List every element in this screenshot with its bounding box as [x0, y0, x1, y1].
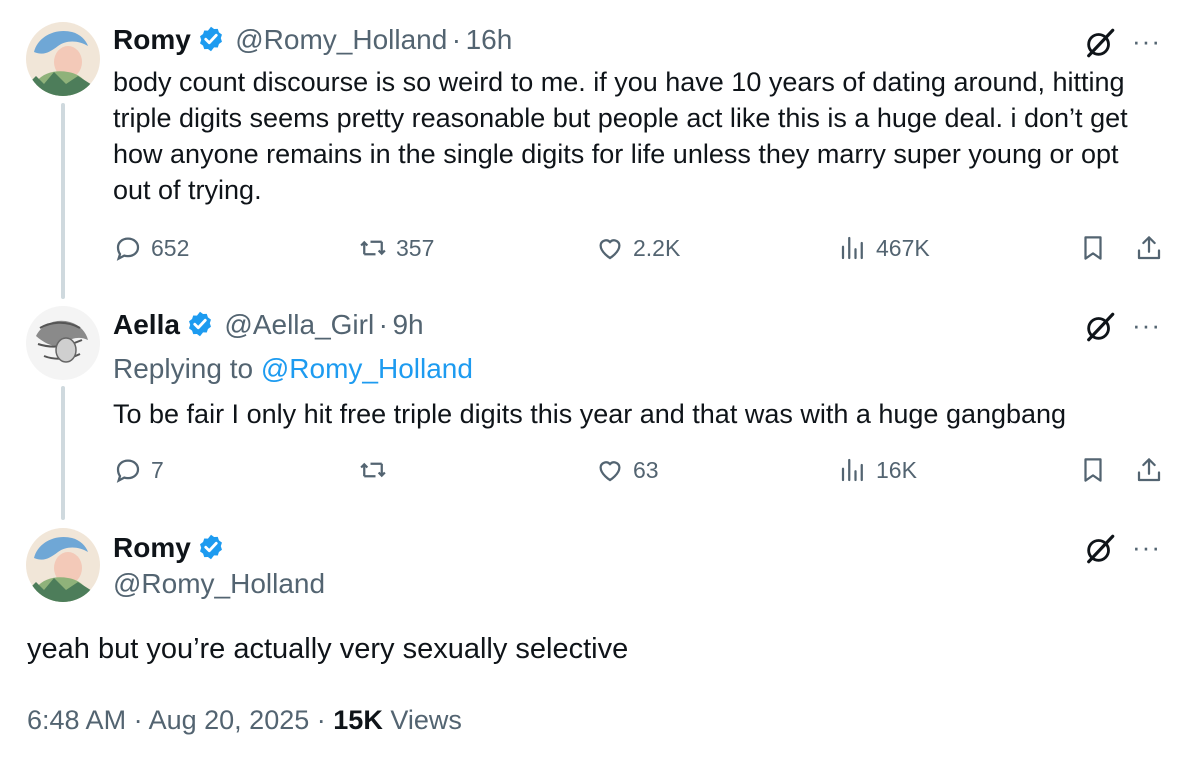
- repost-icon: [358, 455, 388, 485]
- reply-icon: [113, 233, 143, 263]
- share-icon[interactable]: [1134, 233, 1164, 268]
- repost-button[interactable]: 357: [358, 233, 434, 263]
- author-handle[interactable]: @Romy_Holland: [235, 24, 447, 55]
- repost-icon: [358, 233, 388, 263]
- views-count: 15K: [333, 705, 383, 735]
- reply-button[interactable]: 7: [113, 455, 164, 485]
- views-count: 467K: [876, 234, 930, 261]
- author-handle[interactable]: @Aella_Girl: [224, 309, 374, 340]
- separator: ·: [451, 24, 462, 55]
- tweet-time: 6:48 AM: [27, 705, 127, 735]
- tweet-date: Aug 20, 2025: [148, 705, 310, 735]
- views-label: Views: [390, 705, 462, 735]
- replying-to-prefix: Replying to: [113, 353, 261, 384]
- grok-icon[interactable]: [1083, 310, 1117, 349]
- main-tweet-text: yeah but you’re actually very sexually s…: [27, 633, 629, 665]
- verified-badge-icon: [197, 25, 225, 53]
- reply-icon: [113, 455, 143, 485]
- tweet-time[interactable]: 16h: [466, 24, 513, 55]
- tweet-timestamp[interactable]: 6:48 AM · Aug 20, 2025 · 15K Views: [27, 705, 462, 736]
- like-button[interactable]: 63: [595, 455, 659, 485]
- views-count: 16K: [876, 456, 917, 483]
- reply-count: 652: [151, 234, 190, 261]
- thread-line: [61, 386, 65, 520]
- like-icon: [595, 233, 625, 263]
- avatar[interactable]: [26, 528, 100, 602]
- avatar[interactable]: [26, 306, 100, 380]
- separator: ·: [133, 705, 143, 735]
- replying-to: Replying to @Romy_Holland: [113, 353, 473, 385]
- verified-badge-icon: [197, 533, 225, 561]
- replying-to-link[interactable]: @Romy_Holland: [261, 353, 473, 384]
- grok-icon[interactable]: [1083, 532, 1117, 571]
- repost-button[interactable]: [358, 455, 396, 485]
- author-name[interactable]: Aella: [113, 309, 180, 340]
- more-icon[interactable]: ···: [1132, 310, 1161, 341]
- author-name[interactable]: Romy: [113, 532, 191, 563]
- views-button[interactable]: 16K: [838, 455, 917, 485]
- views-icon: [838, 455, 868, 485]
- like-icon: [595, 455, 625, 485]
- like-count: 63: [633, 456, 659, 483]
- grok-icon[interactable]: [1083, 26, 1117, 65]
- bookmark-icon[interactable]: [1078, 233, 1108, 268]
- views-icon: [838, 233, 868, 263]
- share-icon[interactable]: [1134, 455, 1164, 490]
- verified-badge-icon: [186, 310, 214, 338]
- more-icon[interactable]: ···: [1132, 532, 1161, 563]
- avatar[interactable]: [26, 22, 100, 96]
- reply-button[interactable]: 652: [113, 233, 189, 263]
- tweet-text: body count discourse is so weird to me. …: [113, 67, 1128, 205]
- tweet-time[interactable]: 9h: [392, 309, 423, 340]
- more-icon[interactable]: ···: [1132, 26, 1161, 57]
- separator: ·: [316, 705, 326, 735]
- tweet-text: To be fair I only hit free triple digits…: [113, 399, 1067, 429]
- separator: ·: [378, 309, 388, 340]
- bookmark-icon[interactable]: [1078, 455, 1108, 490]
- repost-count: 357: [396, 234, 435, 261]
- views-button[interactable]: 467K: [838, 233, 930, 263]
- reply-count: 7: [151, 456, 164, 483]
- author-name[interactable]: Romy: [113, 24, 191, 55]
- like-count: 2.2K: [633, 234, 681, 261]
- author-handle[interactable]: @Romy_Holland: [113, 568, 325, 600]
- thread-line: [61, 103, 65, 299]
- like-button[interactable]: 2.2K: [595, 233, 680, 263]
